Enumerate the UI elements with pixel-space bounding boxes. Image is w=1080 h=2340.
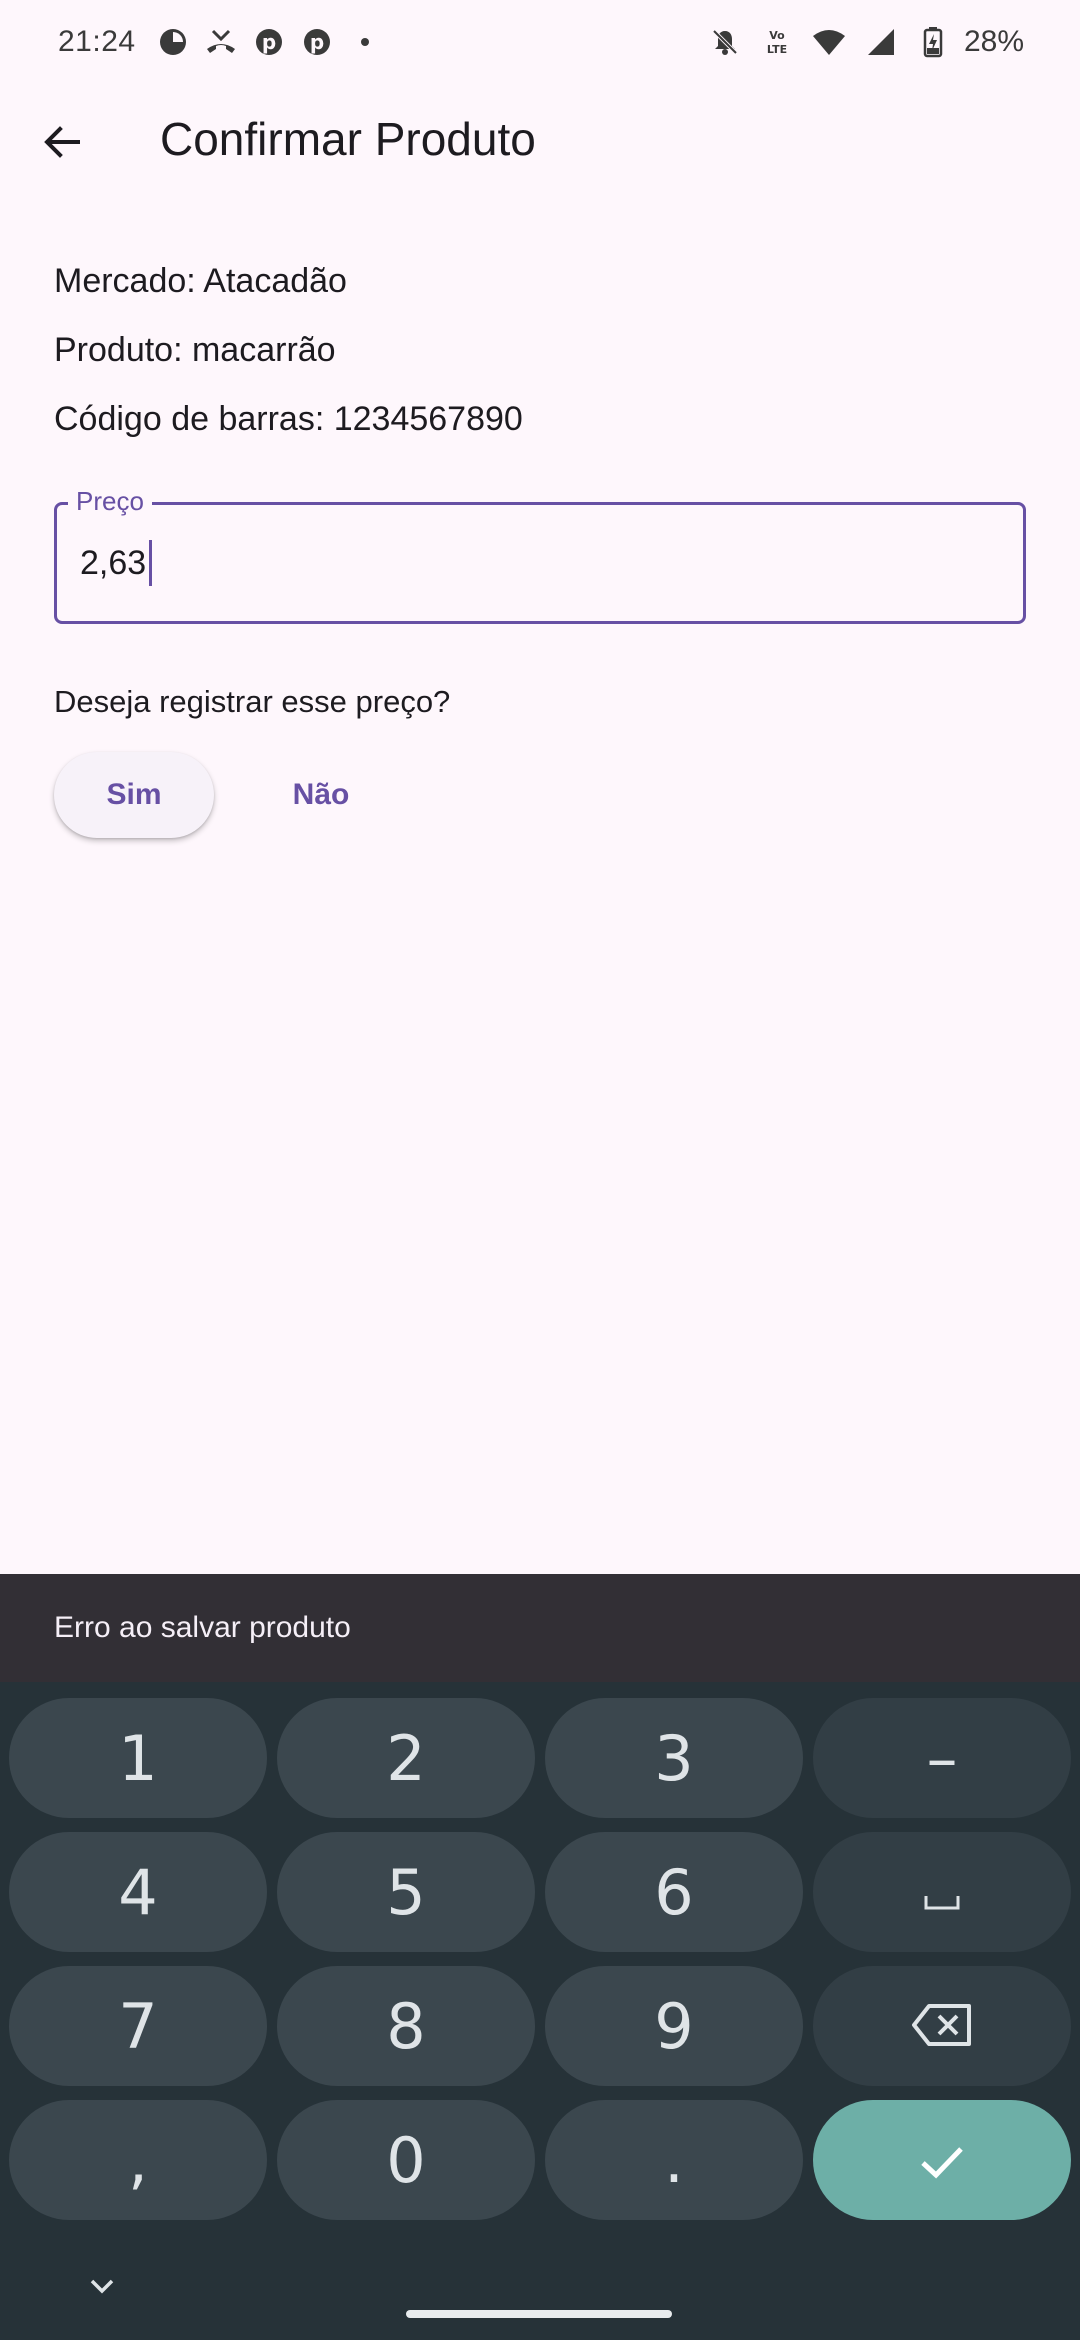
key-6[interactable]: 6 <box>545 1832 803 1952</box>
signal-icon <box>864 25 898 59</box>
key-7[interactable]: 7 <box>9 1966 267 2086</box>
price-value: 2,63 <box>80 543 147 582</box>
status-bar-left: 21:24 p p <box>58 25 396 59</box>
status-time: 21:24 <box>58 25 136 58</box>
key-8[interactable]: 8 <box>277 1966 535 2086</box>
key-3[interactable]: 3 <box>545 1698 803 1818</box>
arrow-back-icon <box>42 122 82 167</box>
status-bar-right: Vo LTE 28% <box>700 25 1024 59</box>
error-snackbar: Erro ao salvar produto <box>0 1574 1080 1682</box>
volte-icon: Vo LTE <box>760 25 794 59</box>
key-backspace[interactable] <box>813 1966 1071 2086</box>
pinterest-icon: p <box>252 25 286 59</box>
chevron-down-icon <box>89 2278 115 2299</box>
key-5[interactable]: 5 <box>277 1832 535 1952</box>
key-4[interactable]: 4 <box>9 1832 267 1952</box>
key-0[interactable]: 0 <box>277 2100 535 2220</box>
status-bar: 21:24 p p Vo LTE 28% <box>0 0 1080 84</box>
price-input[interactable]: 2,63 <box>80 540 153 586</box>
key-dot[interactable]: . <box>545 2100 803 2220</box>
page-title: Confirmar Produto <box>160 113 536 165</box>
hide-keyboard-button[interactable] <box>82 2268 122 2308</box>
space-icon <box>922 1856 962 1929</box>
key-comma[interactable]: , <box>9 2100 267 2220</box>
key-1[interactable]: 1 <box>9 1698 267 1818</box>
pinterest-icon: p <box>300 25 334 59</box>
back-button[interactable] <box>30 112 94 176</box>
price-input-field[interactable] <box>54 502 1026 624</box>
bell-off-icon <box>708 25 742 59</box>
barcode-info: Código de barras: 1234567890 <box>54 400 523 438</box>
home-indicator[interactable] <box>406 2310 672 2318</box>
price-label: Preço <box>68 486 152 517</box>
text-caret <box>149 540 153 586</box>
key-space[interactable] <box>813 1832 1071 1952</box>
confirm-question: Deseja registrar esse preço? <box>54 684 451 719</box>
key-minus[interactable]: – <box>813 1698 1071 1818</box>
dot-icon <box>348 25 382 59</box>
market-info: Mercado: Atacadão <box>54 262 347 300</box>
svg-text:p: p <box>261 30 275 54</box>
app-bar: Confirmar Produto <box>0 84 1080 200</box>
key-9[interactable]: 9 <box>545 1966 803 2086</box>
battery-percentage: 28% <box>963 25 1024 58</box>
battery-charging-icon <box>916 25 950 59</box>
missed-call-icon <box>204 25 238 59</box>
svg-text:p: p <box>309 30 323 54</box>
backspace-icon <box>911 1990 973 2063</box>
check-icon <box>918 2124 966 2197</box>
svg-text:Vo: Vo <box>769 29 785 42</box>
key-2[interactable]: 2 <box>277 1698 535 1818</box>
pie-app-icon <box>156 25 190 59</box>
no-button[interactable]: Não <box>256 752 386 838</box>
product-info: Produto: macarrão <box>54 331 336 369</box>
svg-text:LTE: LTE <box>767 43 787 56</box>
wifi-icon <box>812 25 846 59</box>
key-done[interactable] <box>813 2100 1071 2220</box>
snackbar-message: Erro ao salvar produto <box>54 1611 351 1644</box>
yes-button[interactable]: Sim <box>54 752 214 838</box>
